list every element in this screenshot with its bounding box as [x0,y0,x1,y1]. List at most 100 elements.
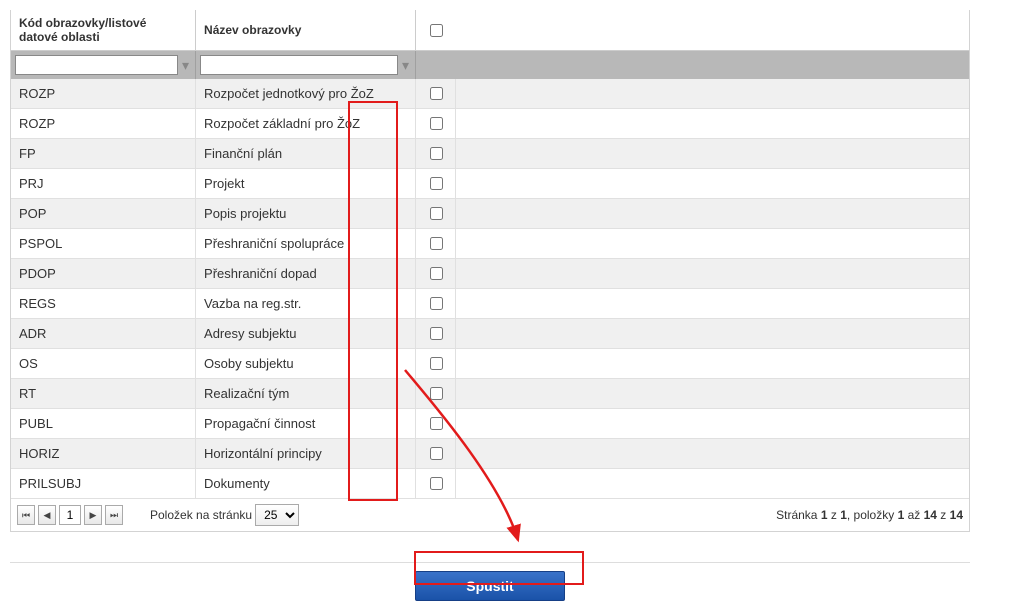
cell-name: Popis projektu [196,199,416,229]
cell-spacer [456,349,969,379]
table-row[interactable]: PUBLPropagační činnost [11,409,969,439]
row-checkbox[interactable] [430,417,443,430]
table-row[interactable]: PRJProjekt [11,169,969,199]
cell-name: Dokumenty [196,469,416,499]
table-row[interactable]: POPPopis projektu [11,199,969,229]
grid: Kód obrazovky/listové datové oblasti Náz… [10,10,970,532]
table-row[interactable]: OSOsoby subjektu [11,349,969,379]
cell-checkbox[interactable] [416,349,456,379]
cell-code: PRILSUBJ [11,469,196,499]
cell-checkbox[interactable] [416,379,456,409]
cell-spacer [456,289,969,319]
per-page-select[interactable]: 25 [255,504,299,526]
row-checkbox[interactable] [430,267,443,280]
cell-name: Přeshraniční spolupráce [196,229,416,259]
cell-checkbox[interactable] [416,289,456,319]
cell-name: Realizační tým [196,379,416,409]
table-row[interactable]: PSPOLPřeshraniční spolupráce [11,229,969,259]
cell-code: PDOP [11,259,196,289]
cell-spacer [456,139,969,169]
cell-name: Osoby subjektu [196,349,416,379]
pager-last-button[interactable]: ⏭ [105,505,123,525]
select-all-checkbox[interactable] [430,24,443,37]
row-checkbox[interactable] [430,387,443,400]
cell-code: PUBL [11,409,196,439]
cell-name: Rozpočet jednotkový pro ŽoZ [196,79,416,109]
table-row[interactable]: HORIZHorizontální principy [11,439,969,469]
cell-checkbox[interactable] [416,139,456,169]
header-select-all[interactable] [416,10,969,51]
row-checkbox[interactable] [430,357,443,370]
table-row[interactable]: RTRealizační tým [11,379,969,409]
row-checkbox[interactable] [430,327,443,340]
table-row[interactable]: ADRAdresy subjektu [11,319,969,349]
cell-code: PSPOL [11,229,196,259]
cell-name: Propagační činnost [196,409,416,439]
cell-name: Přeshraniční dopad [196,259,416,289]
cell-code: HORIZ [11,439,196,469]
filter-icon[interactable]: ▾ [400,57,411,74]
cell-spacer [456,199,969,229]
cell-checkbox[interactable] [416,199,456,229]
header-row: Kód obrazovky/listové datové oblasti Náz… [11,10,969,51]
cell-name: Horizontální principy [196,439,416,469]
cell-checkbox[interactable] [416,109,456,139]
filter-row: ▾ ▾ [11,51,969,80]
header-name[interactable]: Název obrazovky [196,10,416,51]
row-checkbox[interactable] [430,237,443,250]
cell-name: Adresy subjektu [196,319,416,349]
cell-code: FP [11,139,196,169]
cell-code: RT [11,379,196,409]
cell-checkbox[interactable] [416,259,456,289]
cell-checkbox[interactable] [416,469,456,499]
cell-spacer [456,469,969,499]
table-row[interactable]: PRILSUBJDokumenty [11,469,969,499]
row-checkbox[interactable] [430,297,443,310]
row-checkbox[interactable] [430,477,443,490]
table-row[interactable]: PDOPPřeshraniční dopad [11,259,969,289]
row-checkbox[interactable] [430,447,443,460]
cell-spacer [456,379,969,409]
per-page-label: Položek na stránku [150,508,252,522]
row-checkbox[interactable] [430,207,443,220]
row-checkbox[interactable] [430,87,443,100]
cell-spacer [456,229,969,259]
cell-checkbox[interactable] [416,439,456,469]
cell-code: REGS [11,289,196,319]
cell-checkbox[interactable] [416,319,456,349]
table-row[interactable]: FPFinanční plán [11,139,969,169]
filter-name-input[interactable] [200,55,398,75]
pager-first-button[interactable]: ⏮ [17,505,35,525]
pager-bar: ⏮ ◀ ▶ ⏭ Položek na stránku 25 Stránka 1 … [11,499,969,531]
filter-code-input[interactable] [15,55,178,75]
cell-spacer [456,109,969,139]
cell-name: Rozpočet základní pro ŽoZ [196,109,416,139]
row-checkbox[interactable] [430,177,443,190]
cell-checkbox[interactable] [416,229,456,259]
cell-code: OS [11,349,196,379]
pager-status: Stránka 1 z 1, položky 1 až 14 z 14 [776,508,963,522]
cell-checkbox[interactable] [416,169,456,199]
pager-next-button[interactable]: ▶ [84,505,102,525]
cell-name: Finanční plán [196,139,416,169]
cell-spacer [456,409,969,439]
pager-prev-button[interactable]: ◀ [38,505,56,525]
cell-name: Vazba na reg.str. [196,289,416,319]
header-code[interactable]: Kód obrazovky/listové datové oblasti [11,10,196,51]
cell-code: PRJ [11,169,196,199]
cell-code: POP [11,199,196,229]
row-checkbox[interactable] [430,117,443,130]
cell-code: ROZP [11,109,196,139]
cell-name: Projekt [196,169,416,199]
table-row[interactable]: ROZPRozpočet jednotkový pro ŽoZ [11,79,969,109]
filter-icon[interactable]: ▾ [180,57,191,74]
table-row[interactable]: ROZPRozpočet základní pro ŽoZ [11,109,969,139]
cell-checkbox[interactable] [416,79,456,109]
cell-spacer [456,439,969,469]
pager-page-input[interactable] [59,505,81,525]
cell-checkbox[interactable] [416,409,456,439]
cell-spacer [456,259,969,289]
table-row[interactable]: REGSVazba na reg.str. [11,289,969,319]
run-button[interactable]: Spustit [415,571,565,601]
row-checkbox[interactable] [430,147,443,160]
